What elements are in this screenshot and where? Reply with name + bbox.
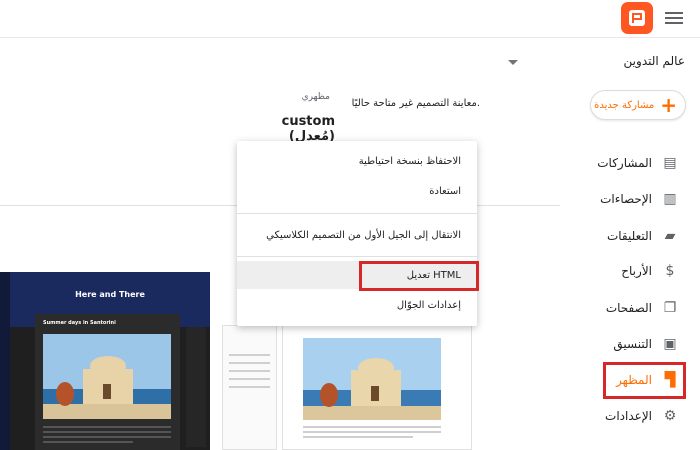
theme-actions-menu: الاحتفاظ بنسخة احتياطية استعادة الانتقال… (237, 141, 477, 326)
menu-item-mobile-settings[interactable]: إعدادات الجوّال (237, 291, 477, 319)
sidebar-item-label: الصفحات (605, 301, 652, 315)
preview-post: Summer days in Santorini (35, 314, 180, 450)
sidebar-item-label: الأرباح (621, 264, 652, 278)
preview-text-lines (43, 426, 171, 446)
preview-unavailable-note: معاينة التصميم غير متاحة حاليًا. (351, 98, 480, 109)
plus-icon: + (660, 93, 677, 117)
sidebar-item-posts[interactable]: المشاركات ▤ (560, 150, 700, 176)
hamburger-icon[interactable] (665, 9, 683, 27)
theme-preview-dark[interactable]: Here and There Summer days in Santorini (0, 272, 210, 450)
sidebar-item-label: الإحصاءات (600, 192, 652, 206)
layout-icon: ▣ (663, 336, 677, 352)
theme-label: مظهري (301, 92, 330, 102)
menu-divider (237, 213, 477, 214)
sidebar-item-comments[interactable]: التعليقات ▰ (560, 223, 700, 249)
comments-icon: ▰ (664, 228, 676, 244)
top-bar (0, 0, 700, 38)
earnings-icon: $ (665, 263, 675, 279)
posts-icon: ▤ (663, 155, 677, 171)
preview-sidebar (186, 327, 206, 447)
preview-blog-title: Here and There (75, 290, 145, 299)
new-post-button[interactable]: مشاركة جديدة + (590, 90, 686, 120)
highlight-box-edit-html (359, 261, 479, 291)
santorini-photo-light (303, 338, 441, 420)
preview-text-lines-light (303, 426, 441, 441)
dropdown-caret-icon (508, 60, 518, 65)
pages-icon: ❐ (663, 300, 677, 316)
sidebar-item-settings[interactable]: الإعدادات ⚙ (560, 403, 700, 429)
menu-item-restore[interactable]: استعادة (237, 177, 477, 205)
theme-name: custom (مُعدل) (281, 114, 335, 144)
menu-item-classic[interactable]: الانتقال إلى الجيل الأول من التصميم الكل… (237, 221, 477, 249)
preview-post-title: Summer days in Santorini (43, 320, 116, 326)
blog-selector[interactable]: عالم التدوين (500, 52, 690, 74)
stats-icon: ▥ (663, 191, 677, 207)
menu-divider (237, 256, 477, 257)
theme-preview-partial[interactable] (222, 325, 277, 450)
new-post-label: مشاركة جديدة (594, 99, 655, 111)
sidebar-item-label: المشاركات (597, 156, 652, 170)
sidebar-item-layout[interactable]: التنسيق ▣ (560, 331, 700, 357)
settings-icon: ⚙ (663, 408, 677, 424)
sidebar-item-label: الإعدادات (605, 409, 652, 423)
highlight-box-theme (603, 362, 686, 399)
sidebar-item-pages[interactable]: الصفحات ❐ (560, 295, 700, 321)
blogger-logo[interactable] (621, 2, 653, 34)
sidebar-item-label: التعليقات (606, 229, 652, 243)
sidebar-item-label: التنسيق (613, 337, 652, 351)
sidebar-item-earnings[interactable]: الأرباح $ (560, 258, 700, 284)
menu-item-backup[interactable]: الاحتفاظ بنسخة احتياطية (237, 147, 477, 175)
sidebar-item-stats[interactable]: الإحصاءات ▥ (560, 186, 700, 212)
theme-preview-light[interactable] (282, 325, 472, 450)
blog-name: عالم التدوين (623, 54, 685, 68)
santorini-photo (43, 334, 171, 419)
preview-strip (0, 272, 10, 450)
